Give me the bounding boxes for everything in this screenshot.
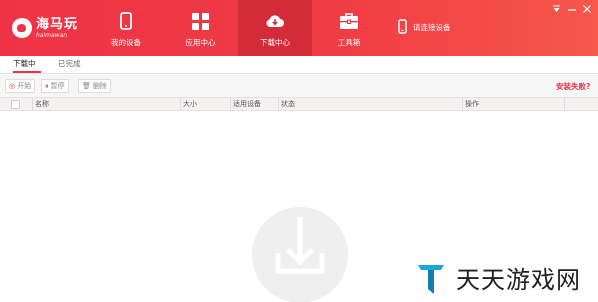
connect-device-label: 请连接设备 bbox=[413, 22, 451, 32]
toolbox-icon bbox=[339, 11, 359, 31]
app-header: 海马玩 haimawan 我的设备 应用中心 下载中心 工具箱 请连接设备 bbox=[0, 0, 598, 56]
pause-button[interactable]: ⏸ 暂停 bbox=[41, 79, 69, 93]
trash-icon: 🗑 bbox=[82, 82, 91, 90]
column-status[interactable]: 状态 bbox=[278, 98, 462, 111]
pause-label: 暂停 bbox=[50, 82, 65, 90]
cloud-download-icon bbox=[265, 11, 285, 31]
play-icon: ◎ bbox=[9, 82, 16, 90]
nav-toolbox[interactable]: 工具箱 bbox=[312, 0, 386, 56]
nav-download-center[interactable]: 下载中心 bbox=[238, 0, 312, 56]
nav-my-devices[interactable]: 我的设备 bbox=[89, 0, 163, 56]
logo-mark-icon bbox=[12, 18, 32, 38]
column-name[interactable]: 名称 bbox=[32, 98, 180, 111]
column-device[interactable]: 适用设备 bbox=[230, 98, 278, 111]
tab-completed[interactable]: 已完成 bbox=[58, 58, 86, 73]
column-spacer bbox=[564, 98, 598, 111]
column-actions[interactable]: 操作 bbox=[462, 98, 564, 111]
app-logo: 海马玩 haimawan bbox=[12, 13, 78, 43]
nav-label: 应用中心 bbox=[185, 38, 216, 47]
nav-app-center[interactable]: 应用中心 bbox=[163, 0, 238, 56]
grid-icon bbox=[191, 11, 211, 31]
pause-icon: ⏸ bbox=[45, 81, 49, 90]
select-all-checkbox[interactable] bbox=[11, 100, 20, 109]
nav-label: 工具箱 bbox=[337, 38, 361, 47]
menu-icon[interactable] bbox=[550, 3, 562, 15]
empty-state-download-icon bbox=[252, 207, 348, 302]
table-header: 名称 大小 适用设备 状态 操作 bbox=[0, 97, 598, 111]
phone-icon bbox=[116, 11, 136, 31]
install-failed-link[interactable]: 安装失败? bbox=[556, 81, 590, 92]
watermark-text: 天天游戏网 bbox=[456, 266, 581, 294]
toolbar: ◎ 开始 ⏸ 暂停 🗑 删除 bbox=[0, 75, 598, 97]
column-size[interactable]: 大小 bbox=[180, 98, 230, 111]
start-button[interactable]: ◎ 开始 bbox=[5, 79, 36, 93]
close-icon[interactable] bbox=[581, 3, 593, 15]
minimize-icon[interactable] bbox=[566, 3, 578, 15]
tab-downloading[interactable]: 下载中 bbox=[13, 58, 41, 73]
connect-device-button[interactable]: 请连接设备 bbox=[398, 17, 451, 37]
delete-button[interactable]: 🗑 删除 bbox=[78, 79, 111, 93]
device-icon bbox=[398, 18, 407, 36]
watermark: 天天游戏网 bbox=[400, 252, 598, 302]
download-tabs: 下载中 已完成 bbox=[0, 56, 598, 74]
start-label: 开始 bbox=[17, 82, 32, 90]
logo-title: 海马玩 bbox=[36, 16, 79, 32]
nav-label: 我的设备 bbox=[111, 38, 141, 47]
nav-label: 下载中心 bbox=[260, 38, 290, 47]
logo-subtitle: haimawan bbox=[36, 31, 68, 39]
delete-label: 删除 bbox=[92, 82, 107, 90]
watermark-logo-icon bbox=[418, 265, 444, 294]
